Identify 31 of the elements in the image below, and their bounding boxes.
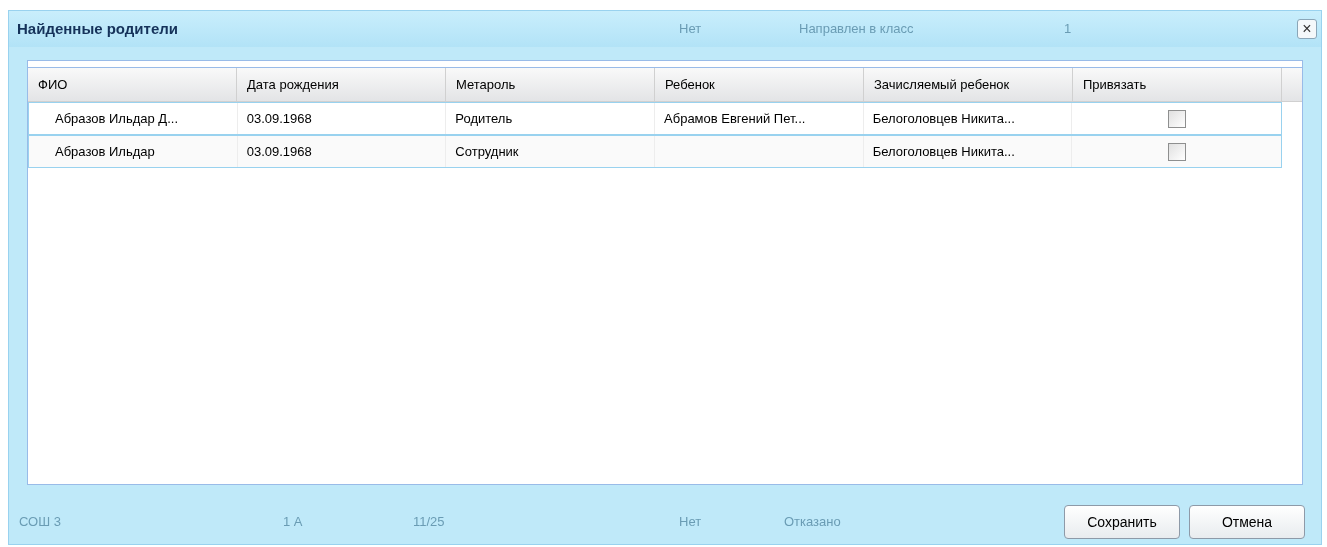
column-header[interactable]: Зачисляемый ребенок <box>864 68 1073 101</box>
cancel-button[interactable]: Отмена <box>1189 505 1305 539</box>
checkbox[interactable] <box>1167 109 1186 128</box>
table-cell-text: 03.09.1968 <box>246 142 312 161</box>
column-header[interactable]: Дата рождения <box>237 68 446 101</box>
background-text: Нет <box>679 20 703 39</box>
table-cell-text: Белоголовцев Никита... <box>872 109 1015 128</box>
close-button[interactable]: × <box>1297 19 1317 39</box>
table-cell-text: Белоголовцев Никита... <box>872 142 1015 161</box>
table-cell-text: 03.09.1968 <box>246 109 312 128</box>
background-text: СОШ 3 <box>19 513 62 532</box>
table-cell-text: Сотрудник <box>455 142 519 161</box>
table-row[interactable]: Абразов Ильдар 03.09.1968 Сотрудник Белоголовцев Никита... <box>28 135 1282 168</box>
window-title: Найденные родители <box>17 18 179 39</box>
column-header[interactable]: Привязать <box>1073 68 1282 101</box>
table-cell-text: Родитель <box>455 109 513 128</box>
background-text: Отказано <box>784 513 842 532</box>
background-text: Нет <box>679 513 703 532</box>
background-text: 1 <box>1064 20 1073 39</box>
table-row[interactable]: Абразов Ильдар Д... 03.09.1968 Родитель Абрамов Евгений Пет... Белоголовцев Никита... <box>28 102 1282 135</box>
column-header[interactable]: ФИО <box>28 68 237 101</box>
table-cell-text: Абразов Ильдар <box>55 142 155 161</box>
table-cell-text: Абразов Ильдар Д... <box>55 109 178 128</box>
checkbox[interactable] <box>1167 142 1186 161</box>
save-button[interactable]: Сохранить <box>1064 505 1180 539</box>
background-text: 11/25 <box>413 513 446 532</box>
column-header[interactable]: Метароль <box>446 68 655 101</box>
background-text: 1 А <box>283 513 304 532</box>
table-cell-text: Абрамов Евгений Пет... <box>664 109 806 128</box>
background-text: Направлен в класс <box>799 20 915 39</box>
column-header[interactable]: Ребенок <box>655 68 864 101</box>
